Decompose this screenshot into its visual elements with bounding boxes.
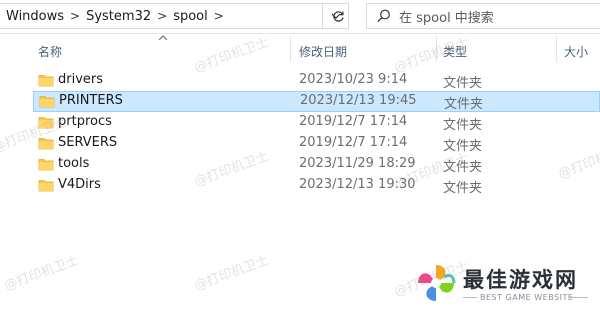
file-type: 文件夹: [443, 118, 483, 133]
file-row[interactable]: V4Dirs 2023/12/13 19:30 文件夹: [33, 175, 600, 196]
column-header-date[interactable]: 修改日期: [299, 43, 347, 60]
file-type: 文件夹: [443, 181, 483, 196]
folder-icon: [38, 117, 54, 129]
site-logo: 最佳游戏网 BEST GAME WEBSITE: [410, 258, 600, 309]
breadcrumb-system32[interactable]: System32: [80, 9, 151, 24]
file-type: 文件夹: [443, 76, 483, 91]
folder-icon: [39, 96, 55, 108]
breadcrumb-separator[interactable]: >: [64, 9, 80, 23]
file-row[interactable]: tools 2023/11/29 18:29 文件夹: [33, 154, 600, 175]
file-row[interactable]: prtprocs 2019/12/7 17:14 文件夹: [33, 112, 600, 133]
file-date: 2019/12/7 17:14: [299, 114, 408, 129]
breadcrumb-separator[interactable]: >: [151, 9, 167, 23]
folder-icon: [38, 138, 54, 150]
file-date: 2023/10/23 9:14: [299, 72, 408, 87]
column-header-bar: 名称 修改日期 类型 大小: [0, 34, 600, 64]
file-row[interactable]: drivers 2023/10/23 9:14 文件夹: [33, 70, 600, 91]
file-name: SERVERS: [58, 135, 118, 150]
file-name: PRINTERS: [59, 93, 123, 108]
toolbar: Windows > System32 > spool > 在 spool 中搜索: [0, 0, 600, 34]
file-row[interactable]: SERVERS 2019/12/7 17:14 文件夹: [33, 133, 600, 154]
logo-mark-icon: [418, 265, 456, 301]
file-row-selected[interactable]: PRINTERS 2023/12/13 19:45 文件夹: [33, 91, 600, 112]
file-type: 文件夹: [444, 97, 484, 112]
file-name: V4Dirs: [58, 177, 101, 192]
column-header-name[interactable]: 名称: [38, 43, 62, 60]
file-name: tools: [58, 156, 90, 171]
column-header-size[interactable]: 大小: [564, 43, 588, 60]
refresh-button[interactable]: [325, 3, 351, 29]
column-divider[interactable]: [436, 36, 437, 62]
watermark: @打印机卫士: [2, 252, 81, 294]
file-date: 2023/11/29 18:29: [299, 156, 416, 171]
folder-icon: [38, 180, 54, 192]
search-icon: [377, 9, 390, 23]
logo-divider: [570, 297, 588, 298]
folder-icon: [38, 159, 54, 171]
search-placeholder: 在 spool 中搜索: [399, 10, 494, 26]
breadcrumb-spool[interactable]: spool: [167, 9, 208, 24]
refresh-icon: [332, 10, 344, 22]
logo-subtitle: BEST GAME WEBSITE: [480, 293, 574, 302]
file-date: 2019/12/7 17:14: [299, 135, 408, 150]
file-name: prtprocs: [58, 114, 112, 129]
column-header-type[interactable]: 类型: [443, 43, 467, 60]
file-type: 文件夹: [443, 139, 483, 154]
logo-title: 最佳游戏网: [463, 268, 578, 292]
column-divider[interactable]: [290, 36, 291, 62]
file-name: drivers: [58, 72, 104, 87]
search-input[interactable]: 在 spool 中搜索: [366, 3, 600, 29]
breadcrumb-windows[interactable]: Windows: [0, 9, 64, 24]
column-divider[interactable]: [556, 36, 557, 62]
sort-ascending-icon: [158, 35, 168, 41]
file-date: 2023/12/13 19:45: [300, 93, 417, 108]
breadcrumb-separator[interactable]: >: [208, 9, 224, 23]
folder-icon: [38, 75, 54, 87]
file-type: 文件夹: [443, 160, 483, 175]
watermark: @打印机卫士: [192, 252, 271, 294]
address-bar[interactable]: Windows > System32 > spool >: [0, 3, 323, 29]
logo-divider: [463, 297, 477, 298]
file-date: 2023/12/13 19:30: [299, 177, 416, 192]
